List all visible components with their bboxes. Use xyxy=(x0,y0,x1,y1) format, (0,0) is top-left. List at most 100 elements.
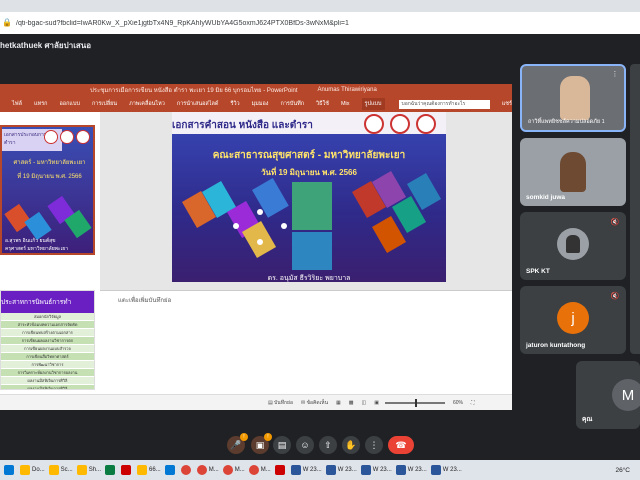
thumb2-row: การเขียนทบสร้างตามเอกสาร xyxy=(1,329,94,337)
ribbon-tab[interactable]: การเปลี่ยน xyxy=(92,100,117,108)
taskbar-item[interactable] xyxy=(164,462,177,478)
raise-hand-button[interactable]: ✋ xyxy=(342,436,360,454)
weather-temperature[interactable]: 26°C xyxy=(615,467,630,474)
more-options-icon[interactable]: ⋮ xyxy=(610,70,620,80)
participant-tile[interactable]: somkid juwa xyxy=(520,138,626,206)
taskbar-item[interactable]: W 23... xyxy=(290,462,322,478)
end-call-icon: ☎ xyxy=(395,440,407,450)
comments-toggle-button[interactable]: ✉ ข้อคิดเห็น xyxy=(301,399,328,407)
ppt-user-name: Anumas Thirawiriyana xyxy=(317,87,377,93)
slide-thumbnail-2[interactable]: ประสาทการนิพนธ์การทำ สมอกนักวิจัยมูล สาระ… xyxy=(0,290,95,390)
thumb2-row: ผลงานมีสหิเจินการศิวิลิ xyxy=(1,377,94,385)
address-bar[interactable]: 🔒 /qti-bgac-sud?fbclid=IwAR0Kw_X_pXie1jg… xyxy=(0,12,640,34)
ppt-ribbon: ไฟล์ แทรก ออกแบบ การเปลี่ยน ภาพเคลื่อนไห… xyxy=(0,96,512,112)
taskbar-item[interactable]: M... xyxy=(248,462,271,478)
slide-thumbnail-1[interactable]: เอกสารประกอบการสอน ตำรา ศาสตร์ - มหาวิทย… xyxy=(0,125,95,255)
mic-button[interactable]: 🎤 ! xyxy=(227,433,248,454)
taskbar-label: Do... xyxy=(32,467,45,473)
ribbon-tab[interactable]: Mix xyxy=(341,101,350,107)
emoji-button[interactable]: ☺ xyxy=(296,436,314,454)
reading-view-button[interactable]: ◫ xyxy=(361,400,366,406)
ribbon-search-box[interactable]: บอกฉันว่าคุณต้องการทำอะไร xyxy=(398,99,490,109)
chrome-icon xyxy=(196,465,207,475)
mic-icon: 🎤 xyxy=(230,440,242,450)
camera-icon: ▣ xyxy=(255,440,265,450)
chrome-icon xyxy=(248,465,259,475)
participant-name: jaturon kuntathong xyxy=(526,342,586,349)
shared-screen: ประชุมการเมือการเขียน หนังสือ ตำรา พะเยา… xyxy=(0,84,512,410)
tab-strip xyxy=(0,0,640,12)
taskbar-item[interactable]: 66... xyxy=(137,462,161,478)
taskbar-item[interactable]: W 23... xyxy=(395,462,427,478)
participant-tile[interactable]: ถาวิทิ์แพทยิชชล์ความปลอดภัย 1 ⋮ xyxy=(520,64,626,132)
taskbar-item[interactable]: Do... xyxy=(20,462,45,478)
normal-view-button[interactable]: ▦ xyxy=(336,400,341,406)
slide-author: ดร. อนุมัส ธีรวิริยะ พยาบาล xyxy=(267,275,351,282)
end-call-button[interactable]: ☎ xyxy=(388,436,414,454)
ribbon-tab[interactable]: ออกแบบ xyxy=(60,100,80,108)
participant-video xyxy=(560,152,586,192)
zoom-knob[interactable] xyxy=(414,398,417,407)
raise-hand-icon: ✋ xyxy=(345,440,357,450)
ppt-status-bar: ▤ บันทึกย่อ ✉ ข้อคิดเห็น ▦ ▩ ◫ ▣ 60% ⛶ xyxy=(0,394,512,410)
ribbon-tab[interactable]: ไฟล์ xyxy=(12,100,22,108)
taskbar-item[interactable] xyxy=(121,462,133,478)
ribbon-tab[interactable]: การบันทึก xyxy=(281,100,305,108)
app-icon xyxy=(105,465,116,475)
participant-video xyxy=(560,76,590,120)
fit-slide-button[interactable]: ⛶ xyxy=(471,400,475,406)
taskbar-label: W 23... xyxy=(372,467,392,473)
chrome-icon xyxy=(222,465,233,475)
participant-avatar xyxy=(557,228,589,260)
url-text[interactable]: /qti-bgac-sud?fbclid=IwAR0Kw_X_pXie1jgtb… xyxy=(16,20,349,27)
ribbon-tab[interactable]: รีวิว xyxy=(230,100,239,108)
lock-icon: 🔒 xyxy=(2,18,12,27)
slide-thumbnail-panel[interactable]: เอกสารประกอบการสอน ตำรา ศาสตร์ - มหาวิทย… xyxy=(0,112,100,394)
camera-button[interactable]: ▣ ! xyxy=(251,433,272,454)
ribbon-tab[interactable]: แทรก xyxy=(34,100,47,108)
present-button[interactable]: ⇧ xyxy=(319,436,337,454)
more-options-button[interactable]: ⋮ xyxy=(365,436,383,454)
zoom-level[interactable]: 60% xyxy=(453,400,463,406)
captions-button[interactable]: ▤ xyxy=(273,436,291,454)
book-covers-image xyxy=(182,171,442,270)
taskbar-item[interactable]: W 23... xyxy=(430,462,462,478)
browser-chrome: 🔒 /qti-bgac-sud?fbclid=IwAR0Kw_X_pXie1jg… xyxy=(0,0,640,34)
slide-sorter-button[interactable]: ▩ xyxy=(349,400,354,406)
more-icon: ⋮ xyxy=(369,440,379,450)
word-icon xyxy=(290,465,301,475)
notes-pane[interactable]: แตะเพื่อเพิ่มบันทึกย่อ xyxy=(100,290,512,394)
slideshow-button[interactable]: ▣ xyxy=(374,400,379,406)
ppt-window-title: ประชุมการเมือการเขียน หนังสือ ตำรา พะเยา… xyxy=(90,88,298,94)
zoom-slider[interactable] xyxy=(384,398,445,407)
windows-taskbar: Do... Sc... Sh... 66... M... M... M... W… xyxy=(0,460,640,480)
participant-tile[interactable]: 🔇 j jaturon kuntathong xyxy=(520,286,626,354)
taskbar-item[interactable]: Sh... xyxy=(76,462,102,478)
thumb2-table: สมอกนักวิจัยมูล สาระหัวข้อมบทความเอกสารจั… xyxy=(1,313,94,389)
start-button[interactable] xyxy=(4,462,16,478)
ribbon-tab[interactable]: มุมมอง xyxy=(252,100,269,108)
participant-name: somkid juwa xyxy=(526,194,566,201)
ribbon-tab[interactable]: ภาพเคลื่อนไหว xyxy=(129,100,165,108)
ribbon-tab-active[interactable]: รูปแบบ xyxy=(361,98,385,110)
taskbar-item[interactable]: W 23... xyxy=(360,462,392,478)
ribbon-tab[interactable]: การนำเสนอสไลด์ xyxy=(177,100,219,108)
logo-icon xyxy=(44,130,58,144)
taskbar-item[interactable] xyxy=(180,462,193,478)
taskbar-item[interactable]: Sc... xyxy=(48,462,73,478)
presentation-header: hetkathuek ศาลัยปาเสนอ xyxy=(0,34,640,56)
taskbar-item[interactable]: M... xyxy=(196,462,219,478)
camera-warning-badge: ! xyxy=(264,433,272,441)
taskbar-item[interactable] xyxy=(105,462,117,478)
taskbar-item[interactable] xyxy=(274,462,287,478)
thumb2-row: การพัฒนาวิชาการ xyxy=(1,361,94,369)
ribbon-tab[interactable]: วิธีใช้ xyxy=(316,100,329,108)
notes-toggle-button[interactable]: ▤ บันทึกย่อ xyxy=(268,399,293,407)
taskbar-item[interactable]: W 23... xyxy=(325,462,357,478)
current-slide[interactable]: เอกสารคำสอน หนังสือ และตำรา คณะสาธารณสุข… xyxy=(172,112,446,282)
participant-tile[interactable]: 🔇 SPK KT xyxy=(520,212,626,280)
taskbar-label: Sh... xyxy=(88,467,102,473)
taskbar-item[interactable]: M... xyxy=(222,462,245,478)
participant-tile-self[interactable]: M คุณ xyxy=(576,361,640,429)
share-button[interactable]: แชร์ xyxy=(502,100,512,108)
